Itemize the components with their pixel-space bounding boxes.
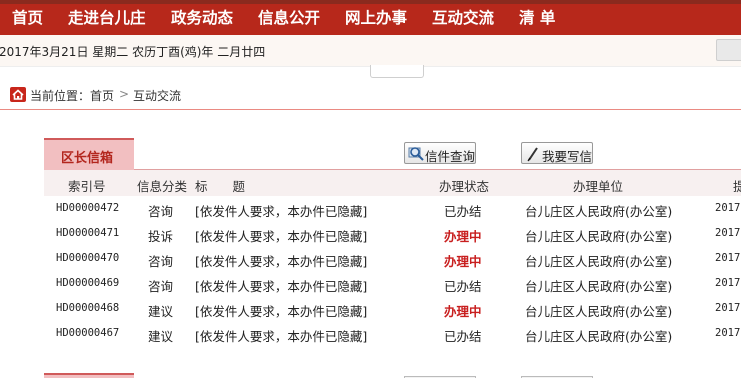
row-title-link[interactable]: [依发件人要求，本办件已隐藏] <box>195 201 367 220</box>
nav-item-online-services[interactable]: 网上办事 <box>345 0 407 35</box>
write-letter-button[interactable]: 我要写信 <box>521 142 593 164</box>
table-row[interactable]: HD00000472 咨询 [依发件人要求，本办件已隐藏] 已办结 台儿庄区人民… <box>44 196 741 221</box>
nav-item-interaction[interactable]: 互动交流 <box>432 0 494 35</box>
row-index: HD00000470 <box>56 252 120 264</box>
row-title-link[interactable]: [依发件人要求，本办件已隐藏] <box>195 226 367 245</box>
mailbox-tab-label: 区长信箱 <box>61 151 114 166</box>
row-status: 已办结 <box>444 204 482 219</box>
nav-item-list[interactable]: 清 单 <box>519 0 555 35</box>
next-section-tab[interactable] <box>44 373 134 378</box>
row-date: 2017 <box>715 327 741 339</box>
search-input[interactable] <box>370 65 424 78</box>
nav-item-information-disclosure[interactable]: 信息公开 <box>258 0 320 35</box>
row-index: HD00000471 <box>56 227 120 239</box>
row-category: 咨询 <box>148 279 174 294</box>
row-status: 办理中 <box>444 229 482 244</box>
column-header-status: 办理状态 <box>439 179 490 194</box>
search-button[interactable] <box>716 39 741 61</box>
row-title-link[interactable]: [依发件人要求，本办件已隐藏] <box>195 301 367 320</box>
magnifier-icon <box>408 147 424 161</box>
breadcrumb-home-link[interactable]: 首页 <box>90 87 114 104</box>
date-bar: 2017年3月21日 星期二 农历丁酉(鸡)年 二月廿四 <box>0 35 741 67</box>
row-category: 投诉 <box>148 229 174 244</box>
row-category: 咨询 <box>148 204 174 219</box>
row-index: HD00000469 <box>56 277 120 289</box>
row-index: HD00000468 <box>56 302 120 314</box>
nav-item-about-taierzhuang[interactable]: 走进台儿庄 <box>68 0 146 35</box>
table-row[interactable]: HD00000469 咨询 [依发件人要求，本办件已隐藏] 已办结 台儿庄区人民… <box>44 271 741 296</box>
nav-item-home[interactable]: 首页 <box>12 0 43 35</box>
row-date: 2017 <box>715 252 741 264</box>
row-status: 办理中 <box>444 254 482 269</box>
row-unit: 台儿庄区人民政府(办公室) <box>525 204 673 219</box>
row-date: 2017 <box>715 202 741 214</box>
row-date: 2017 <box>715 227 741 239</box>
current-date: 2017年3月21日 星期二 农历丁酉(鸡)年 二月廿四 <box>0 45 266 59</box>
row-unit: 台儿庄区人民政府(办公室) <box>525 329 673 344</box>
row-category: 建议 <box>148 304 174 319</box>
row-index: HD00000467 <box>56 327 120 339</box>
row-title-link[interactable]: [依发件人要求，本办件已隐藏] <box>195 251 367 270</box>
letter-query-label: 信件查询 <box>425 149 476 164</box>
nav-item-government-news[interactable]: 政务动态 <box>171 0 233 35</box>
row-unit: 台儿庄区人民政府(办公室) <box>525 229 673 244</box>
row-date: 2017 <box>715 277 741 289</box>
letter-query-button[interactable]: 信件查询 <box>404 142 476 164</box>
row-title-link[interactable]: [依发件人要求，本办件已隐藏] <box>195 276 367 295</box>
mailbox-tab[interactable]: 区长信箱 <box>44 138 134 170</box>
row-index: HD00000472 <box>56 202 120 214</box>
column-header-unit: 办理单位 <box>573 179 624 194</box>
row-category: 建议 <box>148 329 174 344</box>
top-nav-bar: 首页 走进台儿庄 政务动态 信息公开 网上办事 互动交流 清 单 <box>0 0 741 35</box>
table-row[interactable]: HD00000471 投诉 [依发件人要求，本办件已隐藏] 办理中 台儿庄区人民… <box>44 221 741 246</box>
row-date: 2017 <box>715 302 741 314</box>
column-header-title: 标 题 <box>195 179 246 194</box>
row-unit: 台儿庄区人民政府(办公室) <box>525 304 673 319</box>
row-unit: 台儿庄区人民政府(办公室) <box>525 254 673 269</box>
breadcrumb-prefix: 当前位置： <box>30 89 91 103</box>
breadcrumb-separator: > <box>119 87 130 101</box>
row-category: 咨询 <box>148 254 174 269</box>
column-header-date: 提 <box>733 179 741 194</box>
row-status: 已办结 <box>444 329 482 344</box>
table-row[interactable]: HD00000468 建议 [依发件人要求，本办件已隐藏] 办理中 台儿庄区人民… <box>44 296 741 321</box>
write-letter-label: 我要写信 <box>542 149 593 164</box>
pen-icon <box>527 147 538 162</box>
row-status: 办理中 <box>444 304 482 319</box>
breadcrumb-current: 互动交流 <box>133 89 182 103</box>
row-unit: 台儿庄区人民政府(办公室) <box>525 279 673 294</box>
column-header-index: 索引号 <box>68 179 106 194</box>
table-row[interactable]: HD00000467 建议 [依发件人要求，本办件已隐藏] 已办结 台儿庄区人民… <box>44 321 741 346</box>
home-icon <box>10 87 26 102</box>
column-header-category: 信息分类 <box>137 179 188 194</box>
table-row[interactable]: HD00000470 咨询 [依发件人要求，本办件已隐藏] 办理中 台儿庄区人民… <box>44 246 741 271</box>
breadcrumb: 当前位置： 首页 > 互动交流 <box>0 80 741 110</box>
row-status: 已办结 <box>444 279 482 294</box>
row-title-link[interactable]: [依发件人要求，本办件已隐藏] <box>195 326 367 345</box>
